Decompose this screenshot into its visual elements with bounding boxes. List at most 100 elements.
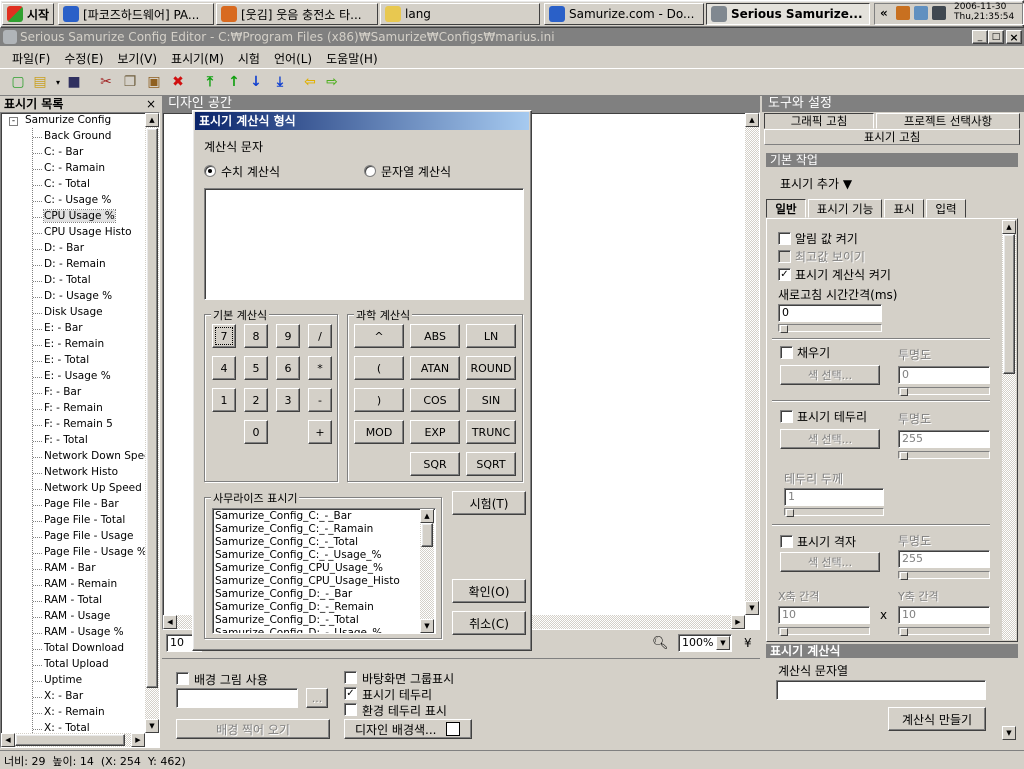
tree-item[interactable]: RAM - Remain bbox=[44, 578, 117, 590]
meters-scroll-thumb[interactable] bbox=[421, 523, 433, 547]
meter-list-item[interactable]: Samurize_Config_C:_-_Bar bbox=[215, 510, 433, 523]
tree-item[interactable]: Uptime bbox=[44, 674, 82, 686]
tree-item[interactable]: Network Histo bbox=[44, 466, 118, 478]
calc-key-6[interactable]: 6 bbox=[276, 356, 300, 380]
fill-checkbox[interactable] bbox=[780, 346, 793, 359]
tree-item[interactable]: C: - Ramain bbox=[44, 162, 105, 174]
border-transparency-slider[interactable] bbox=[898, 451, 990, 460]
calc-key-1[interactable]: 8 bbox=[244, 324, 268, 348]
tree-item[interactable]: Page File - Usage % bbox=[44, 546, 147, 558]
sci-key-2[interactable]: LN bbox=[466, 324, 516, 348]
tab-general[interactable]: 일반 bbox=[766, 199, 806, 218]
sci-key-8[interactable]: SIN bbox=[466, 388, 516, 412]
sci-key-4[interactable]: ATAN bbox=[410, 356, 460, 380]
desk-group-checkbox[interactable] bbox=[344, 671, 357, 684]
right-scroll-up[interactable]: ▲ bbox=[1002, 220, 1016, 234]
meters-list[interactable]: Samurize_Config_C:_-_Bar Samurize_Config_… bbox=[212, 508, 436, 634]
formula-textarea[interactable] bbox=[204, 188, 524, 300]
tree-item[interactable]: D: - Bar bbox=[44, 242, 84, 254]
tree-item[interactable]: E: - Bar bbox=[44, 322, 83, 334]
menu-help[interactable]: 도움말(H) bbox=[326, 52, 378, 66]
tree-item[interactable]: C: - Usage % bbox=[44, 194, 111, 206]
design-vscroll[interactable] bbox=[745, 113, 759, 615]
string-radio[interactable] bbox=[364, 165, 376, 177]
tab-project-options[interactable]: 프로젝트 선택사항 bbox=[876, 113, 1020, 129]
meter-list-item[interactable]: Samurize_Config_D:_-_Remain bbox=[215, 601, 433, 614]
meter-list-item[interactable]: Samurize_Config_C:_-_Total bbox=[215, 536, 433, 549]
x-gap-field[interactable]: 10 bbox=[778, 606, 870, 624]
border-transparency-field[interactable]: 255 bbox=[898, 430, 990, 448]
meter-list-item[interactable]: Samurize_Config_D:_-_Total bbox=[215, 614, 433, 627]
calc-key-12[interactable]: 0 bbox=[244, 420, 268, 444]
tree-item[interactable]: RAM - Usage % bbox=[44, 626, 124, 638]
meters-scroll-down[interactable]: ▼ bbox=[420, 619, 434, 633]
tree-item[interactable]: F: - Remain bbox=[44, 402, 103, 414]
tree-item[interactable]: X: - Remain bbox=[44, 706, 105, 718]
tree-item[interactable]: E: - Total bbox=[44, 354, 89, 366]
calc-key-4[interactable]: 4 bbox=[212, 356, 236, 380]
arrow-left-icon[interactable]: ⇦ bbox=[300, 72, 320, 92]
cut-icon[interactable]: ✂ bbox=[96, 72, 116, 92]
bg-image-path[interactable] bbox=[176, 688, 298, 708]
menu-test[interactable]: 시험 bbox=[238, 52, 260, 66]
tree-item[interactable]: RAM - Bar bbox=[44, 562, 96, 574]
tree-item[interactable]: C: - Bar bbox=[44, 146, 83, 158]
tray-network-icon[interactable] bbox=[914, 6, 928, 20]
grid-transparency-field[interactable]: 255 bbox=[898, 550, 990, 568]
meter-list-item[interactable]: Samurize_Config_CPU_Usage_Histo bbox=[215, 575, 433, 588]
new-file-icon[interactable]: ▢ bbox=[8, 72, 28, 92]
cancel-button[interactable]: 취소(C) bbox=[452, 611, 526, 635]
grid-color-button[interactable]: 색 선택... bbox=[780, 552, 880, 572]
tree-item[interactable]: CPU Usage % bbox=[43, 209, 116, 223]
copy-icon[interactable]: ❐ bbox=[120, 72, 140, 92]
delete-icon[interactable]: ✖ bbox=[168, 72, 188, 92]
left-vscroll-thumb[interactable] bbox=[146, 128, 158, 688]
sci-key-1[interactable]: ABS bbox=[410, 324, 460, 348]
calc-key-11[interactable]: - bbox=[308, 388, 332, 412]
calc-key-2[interactable]: 9 bbox=[276, 324, 300, 348]
refresh-slider[interactable] bbox=[778, 324, 882, 333]
design-scroll-down[interactable]: ▼ bbox=[745, 601, 759, 615]
tree-root[interactable]: Samurize Config bbox=[25, 114, 111, 126]
meter-border-checkbox[interactable]: ✓ bbox=[344, 687, 357, 700]
meter-list-item[interactable]: Samurize_Config_D:_-_Usage_% bbox=[215, 627, 433, 633]
calc-on-checkbox[interactable]: ✓ bbox=[778, 268, 791, 281]
calc-key-5[interactable]: 5 bbox=[244, 356, 268, 380]
meter-list-item[interactable]: Samurize_Config_D:_-_Bar bbox=[215, 588, 433, 601]
refresh-field[interactable]: 0 bbox=[778, 304, 882, 322]
sci-key-5[interactable]: ROUND bbox=[466, 356, 516, 380]
zoom-dropdown-button[interactable]: ▼ bbox=[716, 636, 730, 650]
fill-transparency-slider[interactable] bbox=[898, 387, 990, 396]
save-icon[interactable]: ■ bbox=[64, 72, 84, 92]
move-up-icon[interactable]: ↑ bbox=[224, 72, 244, 92]
scroll-left-button[interactable]: ◀ bbox=[1, 733, 15, 747]
tree-item[interactable]: F: - Bar bbox=[44, 386, 81, 398]
tree-item[interactable]: CPU Usage Histo bbox=[44, 226, 132, 238]
border-width-slider[interactable] bbox=[784, 508, 884, 517]
move-top-icon[interactable]: ⤒ bbox=[200, 72, 220, 92]
calc-string-field[interactable] bbox=[776, 680, 986, 700]
calc-key-9[interactable]: 2 bbox=[244, 388, 268, 412]
tree-item[interactable]: Page File - Total bbox=[44, 514, 125, 526]
open-folder-icon[interactable]: ▤ bbox=[30, 72, 50, 92]
tray-app-icon[interactable] bbox=[896, 6, 910, 20]
tree-item[interactable]: Back Ground bbox=[44, 130, 111, 142]
move-down-icon[interactable]: ↓ bbox=[246, 72, 266, 92]
fill-color-button[interactable]: 색 선택... bbox=[780, 365, 880, 385]
bg-image-checkbox[interactable] bbox=[176, 672, 189, 685]
tree-item[interactable]: D: - Remain bbox=[44, 258, 106, 270]
border-width-field[interactable]: 1 bbox=[784, 488, 884, 506]
y-gap-field[interactable]: 10 bbox=[898, 606, 990, 624]
tree-item[interactable]: Network Down Speed bbox=[44, 450, 157, 462]
calc-key-7[interactable]: * bbox=[308, 356, 332, 380]
minimize-button[interactable]: _ bbox=[972, 30, 988, 44]
border-color-button[interactable]: 색 선택... bbox=[780, 429, 880, 449]
add-meter-dropdown[interactable]: 표시기 추가 ▼ bbox=[780, 175, 852, 192]
task-button-samurize-com[interactable]: Samurize.com - Do... bbox=[544, 3, 704, 25]
env-border-checkbox[interactable] bbox=[344, 703, 357, 716]
menu-file[interactable]: 파일(F) bbox=[12, 52, 50, 66]
app-icon[interactable] bbox=[3, 30, 17, 44]
border-checkbox[interactable] bbox=[780, 410, 793, 423]
x-gap-slider[interactable] bbox=[778, 627, 870, 636]
maximize-button[interactable]: □ bbox=[988, 30, 1004, 44]
